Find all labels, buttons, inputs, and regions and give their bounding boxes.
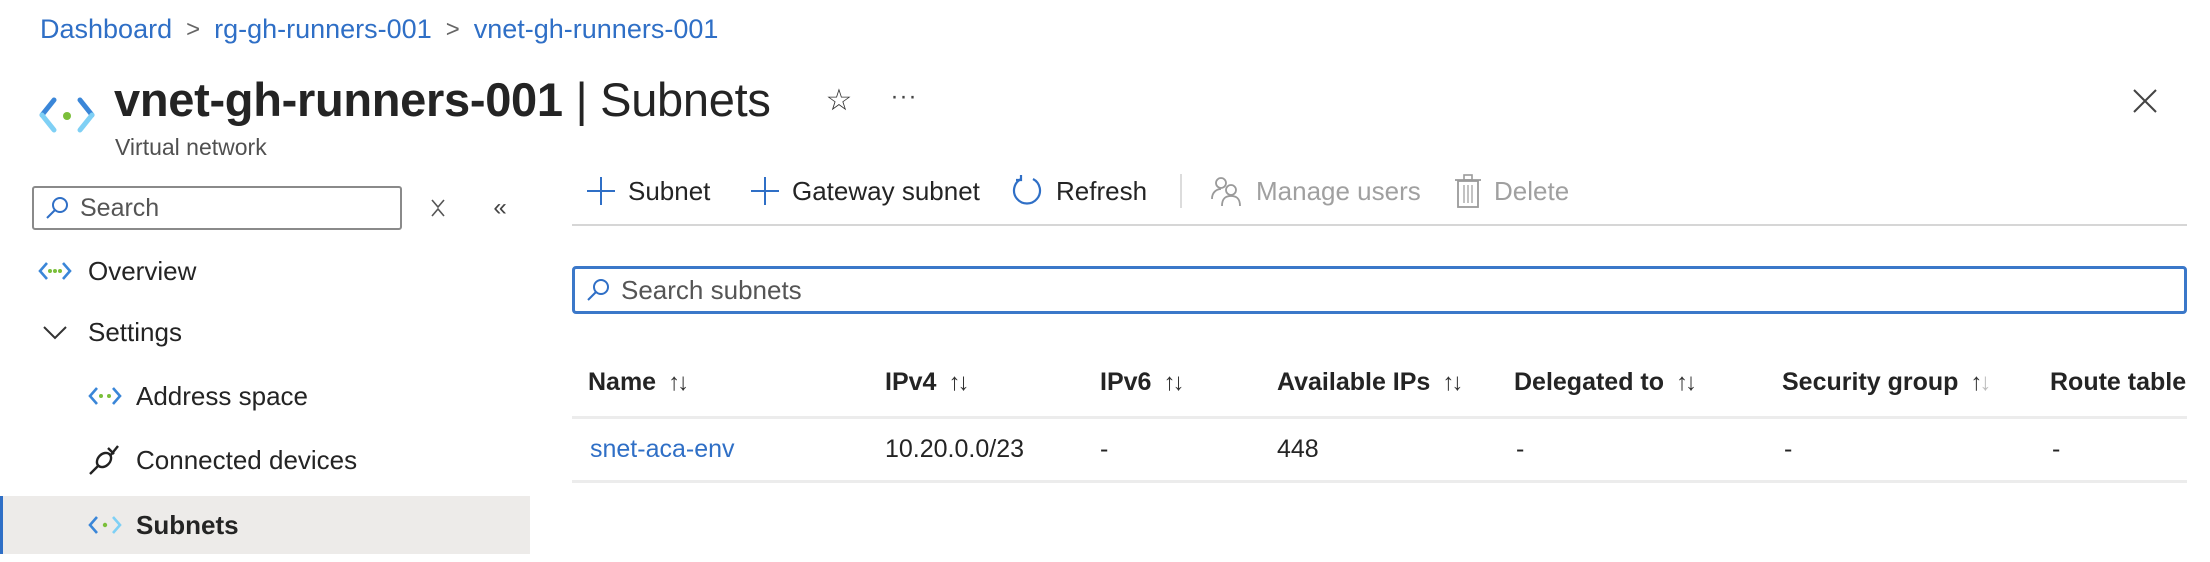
close-icon bbox=[2133, 89, 2157, 113]
column-label: Delegated to bbox=[1514, 368, 1665, 396]
search-icon bbox=[587, 279, 609, 301]
sort-icon: ↑↓ bbox=[1676, 368, 1697, 396]
refresh-icon bbox=[1012, 175, 1042, 205]
subnet-search-input[interactable] bbox=[621, 274, 2121, 306]
double-chevron-left-icon: « bbox=[493, 194, 507, 221]
collapse-sidebar-button[interactable]: « bbox=[486, 194, 514, 222]
cell-security-group: - bbox=[1784, 435, 1793, 463]
sidebar-item-label: Subnets bbox=[136, 509, 239, 540]
breadcrumb-separator: > bbox=[445, 15, 460, 43]
column-label: Available IPs bbox=[1277, 368, 1431, 396]
sidebar-item-label: Overview bbox=[88, 255, 197, 286]
favorite-button[interactable]: ☆ bbox=[822, 84, 856, 118]
virtual-network-icon bbox=[39, 97, 95, 133]
sort-icon: ↑↓ bbox=[948, 368, 969, 396]
cell-ipv6: - bbox=[1100, 435, 1109, 463]
sidebar-item-label: Connected devices bbox=[136, 444, 358, 475]
sidebar-group-settings[interactable]: Settings bbox=[0, 303, 530, 361]
toolbar-divider bbox=[1180, 174, 1182, 208]
star-icon: ☆ bbox=[825, 84, 853, 117]
column-header-ipv4[interactable]: IPv4 ↑↓ bbox=[885, 368, 969, 397]
row-divider bbox=[572, 480, 2187, 483]
vnet-icon bbox=[88, 387, 122, 405]
breadcrumb-dashboard[interactable]: Dashboard bbox=[40, 14, 172, 45]
page-title: vnet-gh-runners-001 | Subnets bbox=[114, 72, 771, 127]
sidebar-item-connected-devices[interactable]: Connected devices bbox=[0, 431, 530, 489]
cell-available-ips: 448 bbox=[1277, 435, 1319, 463]
trash-icon bbox=[1455, 174, 1481, 208]
title-divider: | bbox=[575, 73, 588, 126]
manage-users-label: Manage users bbox=[1256, 175, 1421, 206]
sort-icon: ↑↓ bbox=[1442, 368, 1463, 396]
delete-label: Delete bbox=[1494, 175, 1570, 206]
column-header-route-table[interactable]: Route table bbox=[2050, 368, 2186, 397]
ellipsis-icon: ··· bbox=[890, 83, 918, 110]
clear-filter-button[interactable] bbox=[426, 196, 450, 220]
add-gateway-subnet-label: Gateway subnet bbox=[792, 175, 980, 206]
breadcrumb-separator: > bbox=[186, 15, 201, 43]
manage-users-button[interactable]: Manage users bbox=[1210, 170, 1421, 212]
resource-name: vnet-gh-runners-001 bbox=[114, 73, 563, 126]
plus-icon bbox=[751, 177, 779, 205]
subnet-name-link[interactable]: snet-aca-env bbox=[590, 435, 735, 464]
add-subnet-label: Subnet bbox=[628, 175, 711, 206]
column-header-delegated-to[interactable]: Delegated to ↑↓ bbox=[1514, 368, 1697, 397]
column-label: Route table bbox=[2050, 368, 2187, 396]
clear-icon bbox=[431, 199, 445, 217]
header-divider bbox=[572, 416, 2187, 419]
delete-button[interactable]: Delete bbox=[1454, 170, 1569, 212]
vnet-icon bbox=[88, 516, 122, 534]
vnet-icon bbox=[38, 262, 72, 280]
column-label: Name bbox=[588, 368, 657, 396]
column-header-ipv6[interactable]: IPv6 ↑↓ bbox=[1100, 368, 1184, 397]
sidebar-item-label: Settings bbox=[88, 316, 182, 347]
column-header-name[interactable]: Name ↑↓ bbox=[588, 368, 689, 397]
users-icon bbox=[1211, 177, 1241, 207]
refresh-button[interactable]: Refresh bbox=[1010, 170, 1147, 212]
cell-delegated-to: - bbox=[1516, 435, 1525, 463]
plus-icon bbox=[587, 177, 615, 205]
column-label: IPv4 bbox=[885, 368, 937, 396]
sidebar-item-address-space[interactable]: Address space bbox=[0, 367, 530, 425]
sort-ascending-icon: ↑↓ bbox=[1970, 368, 1991, 396]
add-gateway-subnet-button[interactable]: Gateway subnet bbox=[750, 170, 980, 212]
toolbar-separator bbox=[572, 224, 2187, 226]
sidebar-search-input[interactable] bbox=[80, 193, 380, 223]
sort-icon: ↑↓ bbox=[1163, 368, 1184, 396]
cell-ipv4: 10.20.0.0/23 bbox=[885, 435, 1025, 463]
resource-type: Virtual network bbox=[115, 134, 267, 160]
breadcrumb: Dashboard > rg-gh-runners-001 > vnet-gh-… bbox=[40, 14, 718, 45]
add-subnet-button[interactable]: Subnet bbox=[586, 170, 710, 212]
chevron-down-icon bbox=[43, 326, 67, 340]
plug-icon bbox=[89, 445, 119, 475]
more-actions-button[interactable]: ··· bbox=[884, 84, 924, 118]
column-header-available-ips[interactable]: Available IPs ↑↓ bbox=[1277, 368, 1463, 397]
sidebar-item-subnets[interactable]: Subnets bbox=[0, 496, 530, 554]
column-label: Security group bbox=[1782, 368, 1959, 396]
breadcrumb-vnet[interactable]: vnet-gh-runners-001 bbox=[474, 14, 719, 45]
close-button[interactable] bbox=[2128, 84, 2162, 118]
blade-name: Subnets bbox=[600, 73, 771, 126]
search-icon bbox=[46, 197, 68, 219]
cell-route-table: - bbox=[2052, 435, 2061, 463]
column-header-security-group[interactable]: Security group ↑↓ bbox=[1782, 368, 1991, 397]
sidebar-search[interactable] bbox=[32, 186, 402, 230]
column-label: IPv6 bbox=[1100, 368, 1152, 396]
sidebar-item-label: Address space bbox=[136, 380, 308, 411]
sort-icon: ↑↓ bbox=[668, 368, 689, 396]
refresh-label: Refresh bbox=[1056, 175, 1148, 206]
breadcrumb-resource-group[interactable]: rg-gh-runners-001 bbox=[214, 14, 432, 45]
sidebar-item-overview[interactable]: Overview bbox=[0, 242, 530, 300]
subnet-search[interactable] bbox=[572, 266, 2187, 314]
